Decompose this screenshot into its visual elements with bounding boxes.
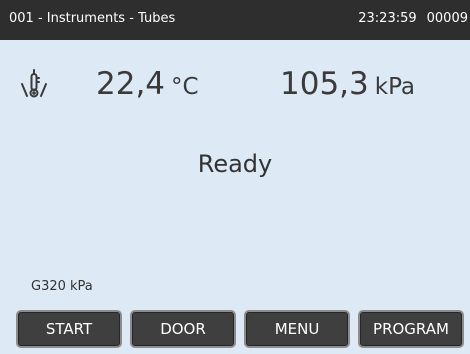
pressure-value: 105,3 [280,66,369,102]
program-button[interactable]: PROGRAM [358,310,464,348]
program-title: 001 - Instruments - Tubes [9,11,176,26]
parameter-label: G320 kPa [31,279,93,294]
temperature-value: 22,4 [96,66,166,102]
temperature-unit: °C [171,74,199,100]
menu-button[interactable]: MENU [244,310,350,348]
door-button[interactable]: DOOR [130,310,236,348]
clock-time: 23:23:59 [358,11,417,26]
temperature-sensor-icon [21,69,47,98]
header-status: 23:23:59 00009 [358,11,468,26]
temperature-readout: 22,4 °C [96,66,199,102]
status-text: Ready [197,150,273,178]
pressure-unit: kPa [374,74,415,100]
title-bar: 001 - Instruments - Tubes 23:23:59 00009 [0,0,470,40]
pressure-readout: 105,3 kPa [280,66,415,102]
start-button[interactable]: START [16,310,122,348]
cycle-counter: 00009 [426,11,468,26]
